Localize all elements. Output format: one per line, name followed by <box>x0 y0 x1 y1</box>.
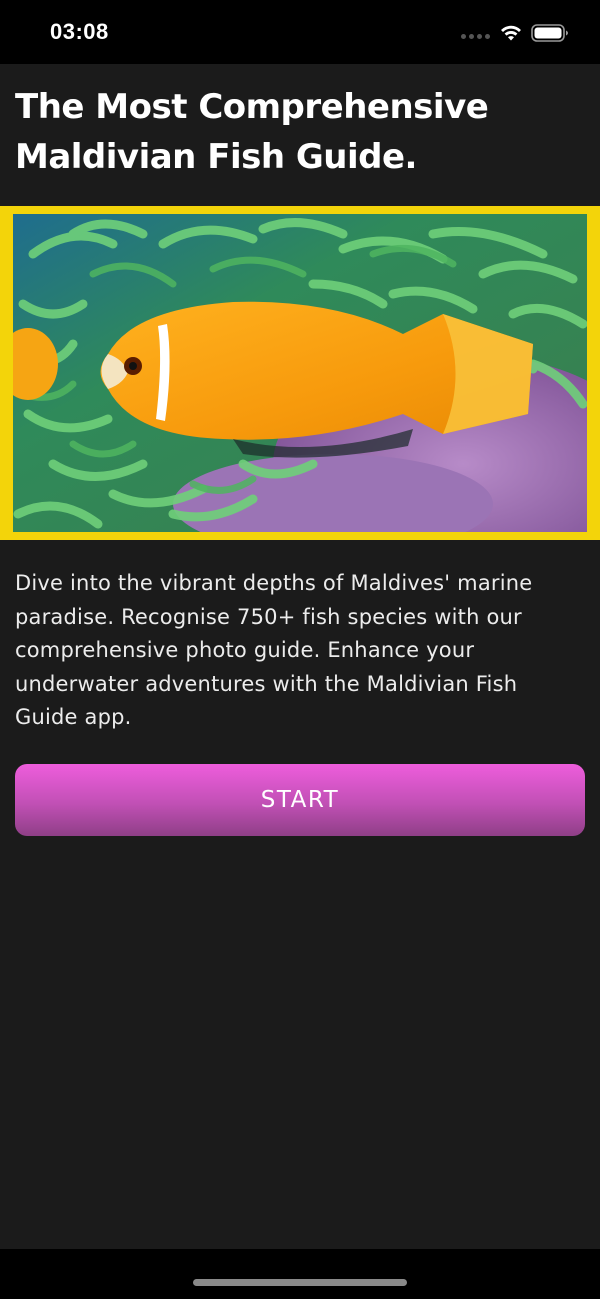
main-content: The Most Comprehensive Maldivian Fish Gu… <box>0 64 600 1249</box>
hero-image <box>13 214 587 532</box>
page-title: The Most Comprehensive Maldivian Fish Gu… <box>15 87 489 177</box>
status-bar: 03:08 <box>0 0 600 64</box>
home-indicator[interactable] <box>193 1279 407 1286</box>
intro-description: Dive into the vibrant depths of Maldives… <box>15 571 533 729</box>
home-bar-area <box>0 1249 600 1299</box>
status-time: 03:08 <box>50 19 109 44</box>
battery-icon <box>531 24 568 42</box>
hero-image-frame <box>0 206 600 540</box>
wifi-icon <box>501 25 521 41</box>
start-button[interactable]: START <box>15 764 585 836</box>
signal-dots-icon <box>461 34 490 39</box>
